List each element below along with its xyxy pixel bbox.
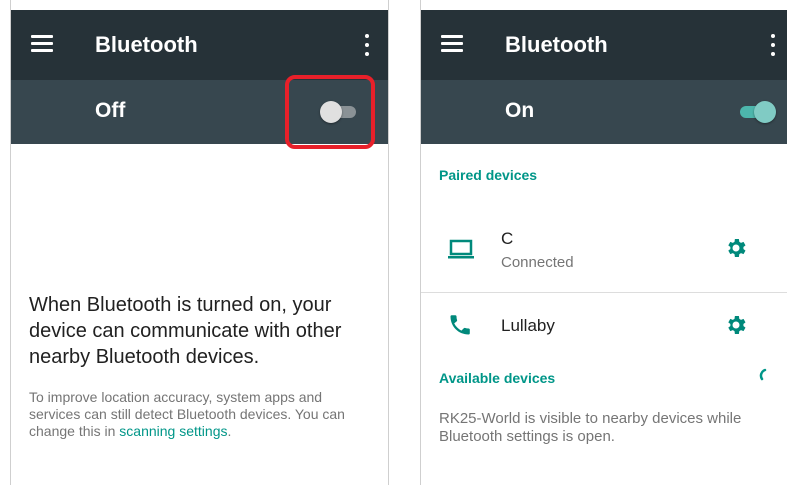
bluetooth-toggle[interactable] (736, 100, 776, 124)
hamburger-menu-icon[interactable] (441, 35, 463, 53)
bluetooth-switch-bar[interactable]: On (421, 80, 787, 144)
paired-devices-header: Paired devices (439, 167, 538, 183)
scanning-settings-link[interactable]: scanning settings (119, 423, 227, 439)
app-toolbar: Bluetooth (11, 10, 388, 80)
app-toolbar: Bluetooth (421, 10, 787, 80)
laptop-icon (448, 239, 474, 259)
scanning-progress-icon (759, 368, 767, 381)
device-status: Connected (501, 254, 574, 271)
paired-device-row[interactable]: Lullaby (421, 300, 787, 352)
switch-label: Off (95, 99, 126, 122)
bluetooth-description: When Bluetooth is turned on, your device… (29, 294, 342, 368)
toolbar-title: Bluetooth (95, 32, 198, 57)
device-name: C (501, 229, 514, 248)
device-settings-gear-icon[interactable] (724, 236, 748, 260)
overflow-menu-icon[interactable] (770, 34, 776, 56)
hamburger-menu-icon[interactable] (31, 35, 53, 53)
device-divider (421, 292, 787, 293)
paired-device-row[interactable]: C Connected (421, 215, 787, 285)
switch-label: On (505, 99, 535, 122)
top-gap (11, 0, 388, 10)
device-name: Lullaby (501, 316, 555, 335)
bluetooth-screen-on: Bluetooth On Paired devices C Connected … (420, 0, 787, 485)
phone-icon (450, 315, 470, 335)
toolbar-title: Bluetooth (505, 32, 608, 57)
location-note: To improve location accuracy, system app… (29, 389, 369, 440)
bluetooth-screen-off: Bluetooth Off When Bluetooth is turned o… (10, 0, 389, 485)
toggle-thumb (754, 101, 776, 123)
visibility-note: RK25-World is visible to nearby devices … (439, 410, 742, 445)
overflow-menu-icon[interactable] (364, 34, 370, 56)
location-note-suffix: . (227, 423, 232, 439)
toggle-highlight-box (285, 75, 375, 149)
device-settings-gear-icon[interactable] (724, 313, 748, 337)
top-gap (421, 0, 787, 10)
available-devices-header: Available devices (439, 370, 556, 386)
